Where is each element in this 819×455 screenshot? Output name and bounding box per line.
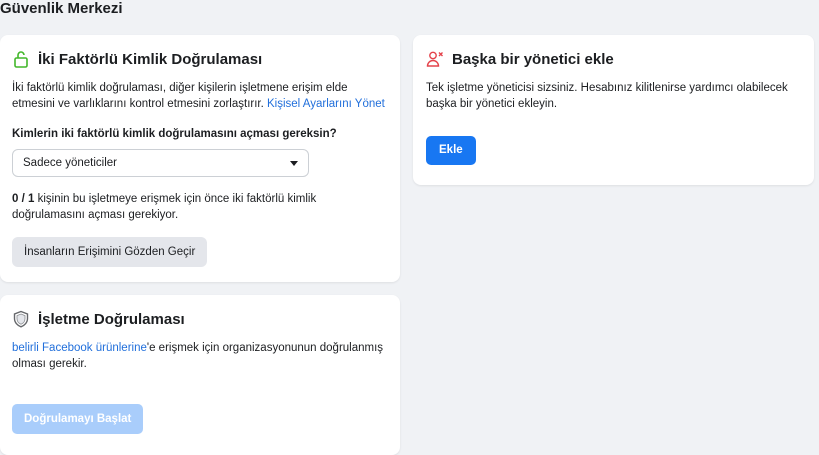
unlock-icon xyxy=(12,50,30,68)
personal-settings-link[interactable]: Kişisel Ayarlarını Yönet xyxy=(267,98,385,110)
review-access-button[interactable]: İnsanların Erişimini Gözden Geçir xyxy=(12,237,208,267)
select-value: Sadece yöneticiler xyxy=(23,157,117,169)
two-factor-count: 0 / 1 xyxy=(12,193,35,205)
page-title: Güvenlik Merkezi xyxy=(0,0,123,17)
add-admin-card: Başka bir yönetici ekle Tek işletme yöne… xyxy=(413,35,814,185)
two-factor-requirement-select[interactable]: Sadece yöneticiler xyxy=(12,149,309,177)
two-factor-header: İki Faktörlü Kimlik Doğrulaması xyxy=(12,48,388,70)
add-admin-header: Başka bir yönetici ekle xyxy=(426,48,801,70)
business-verification-description: belirli Facebook ürünlerine'e erişmek iç… xyxy=(12,340,388,372)
facebook-products-link[interactable]: belirli Facebook ürünlerine xyxy=(12,342,147,354)
start-verification-button[interactable]: Doğrulamayı Başlat xyxy=(12,404,144,434)
business-verification-title: İşletme Doğrulaması xyxy=(38,310,185,328)
caret-down-icon xyxy=(290,160,298,166)
person-alert-icon xyxy=(426,50,444,68)
shield-icon xyxy=(12,310,30,328)
add-admin-description: Tek işletme yöneticisi sizsiniz. Hesabın… xyxy=(426,82,788,110)
two-factor-count-description: kişinin bu işletmeye erişmek için önce i… xyxy=(12,193,317,221)
business-verification-header: İşletme Doğrulaması xyxy=(12,308,388,330)
business-verification-card: İşletme Doğrulaması belirli Facebook ürü… xyxy=(0,295,400,455)
two-factor-question: Kimlerin iki faktörlü kimlik doğrulaması… xyxy=(12,128,337,140)
two-factor-card: İki Faktörlü Kimlik Doğrulaması İki fakt… xyxy=(0,35,400,282)
two-factor-title: İki Faktörlü Kimlik Doğrulaması xyxy=(38,50,263,68)
add-admin-title: Başka bir yönetici ekle xyxy=(452,50,614,68)
add-admin-button[interactable]: Ekle xyxy=(426,136,476,165)
two-factor-count-text: 0 / 1 kişinin bu işletmeye erişmek için … xyxy=(12,191,388,223)
two-factor-description: İki faktörlü kimlik doğrulaması, diğer k… xyxy=(12,80,388,112)
